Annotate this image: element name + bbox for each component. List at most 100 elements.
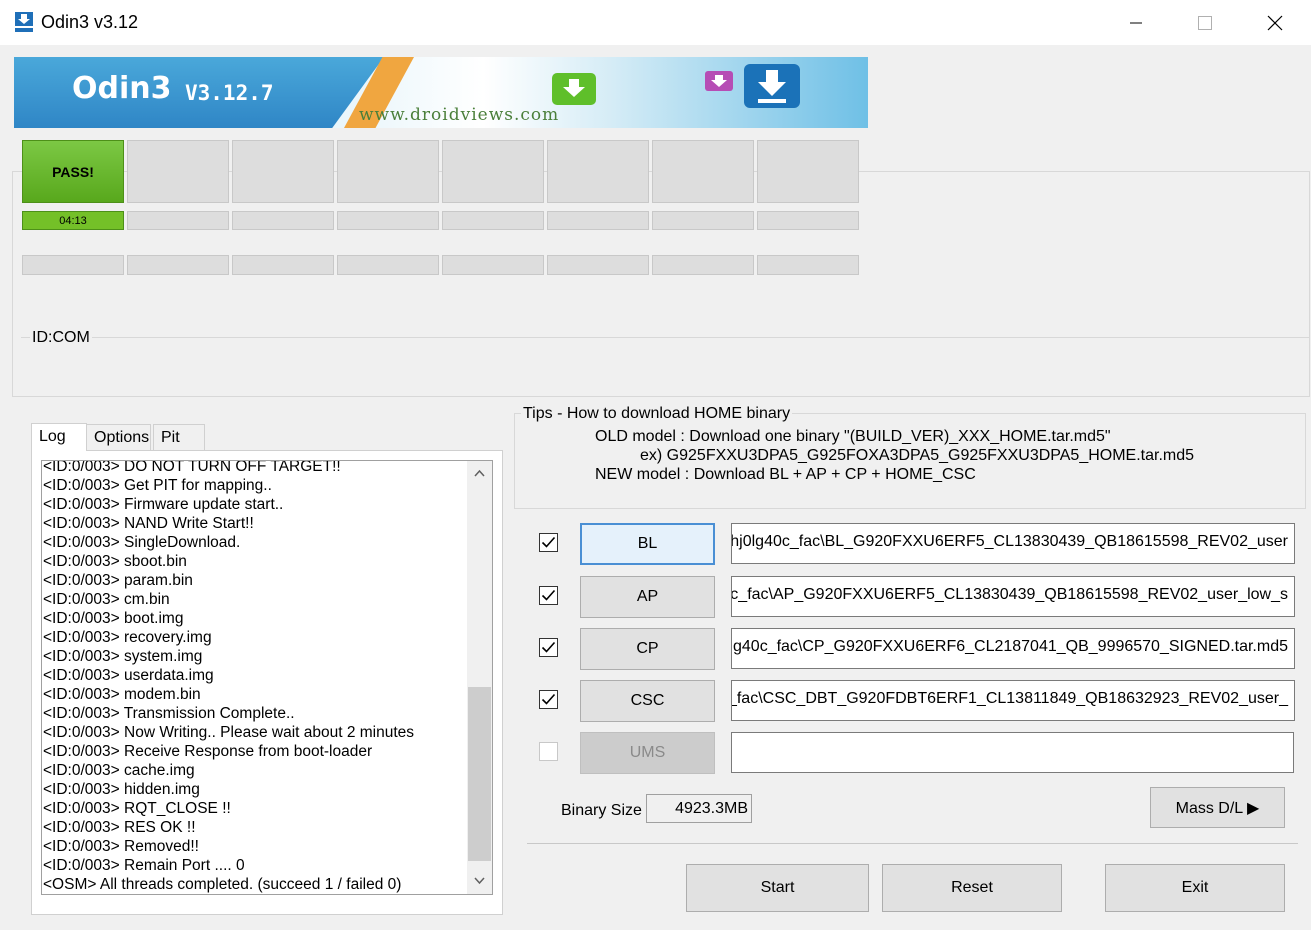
idcom-divider — [21, 337, 1309, 338]
checkbox-ums[interactable] — [539, 742, 558, 761]
mass-dl-button[interactable]: Mass D/L ▶ — [1150, 787, 1285, 828]
tab-pit[interactable]: Pit — [153, 424, 205, 450]
port-time-3 — [337, 211, 439, 230]
tab-log[interactable]: Log — [31, 423, 87, 451]
chevron-down-icon[interactable] — [474, 877, 485, 885]
port-time-4 — [442, 211, 544, 230]
port-time-5 — [547, 211, 649, 230]
ap-button[interactable]: AP — [580, 576, 715, 618]
ap-path-text: ...g40c_fac\AP_G920FXXU6ERF5_CL13830439_… — [731, 586, 1288, 603]
log-line: <ID:0/003> sboot.bin — [43, 553, 187, 570]
check-icon — [541, 641, 556, 653]
port-time-2 — [232, 211, 334, 230]
port-status-2 — [232, 140, 334, 203]
download-icon-purple — [704, 69, 736, 102]
port-message-6 — [652, 255, 754, 275]
reset-button[interactable]: Reset — [882, 864, 1062, 912]
checkbox-csc[interactable] — [539, 690, 558, 709]
log-line: <ID:0/003> cache.img — [43, 762, 195, 779]
close-icon — [1267, 15, 1283, 30]
ap-path-field[interactable]: ...g40c_fac\AP_G920FXXU6ERF5_CL13830439_… — [731, 576, 1295, 617]
log-line: <ID:0/003> Firmware update start.. — [43, 496, 284, 513]
ums-path-field[interactable] — [731, 732, 1294, 773]
log-line: <ID:0/003> boot.img — [43, 610, 184, 627]
log-line: <ID:0/003> userdata.img — [43, 667, 214, 684]
log-textarea[interactable]: <ID:0/003> DO NOT TURN OFF TARGET!! <ID:0… — [41, 460, 493, 895]
port-status-5 — [547, 140, 649, 203]
ums-button[interactable]: UMS — [580, 732, 715, 774]
start-button[interactable]: Start — [686, 864, 869, 912]
window-title: Odin3 v3.12 — [41, 12, 139, 32]
minimize-button[interactable] — [1101, 0, 1171, 45]
tips-title: Tips - How to download HOME binary — [521, 405, 793, 423]
tips-example: ex) G925FXXU3DPA5_G925FOXA3DPA5_G925FXXU… — [640, 447, 1195, 464]
download-icon-green — [550, 71, 600, 114]
log-line: <ID:0/003> Transmission Complete.. — [43, 705, 295, 722]
log-scroll-thumb[interactable] — [468, 687, 491, 861]
checkbox-cp[interactable] — [539, 638, 558, 657]
minimize-icon — [1130, 22, 1142, 23]
check-icon — [541, 693, 556, 705]
port-status-0: PASS! — [22, 140, 124, 203]
port-message-0 — [22, 255, 124, 275]
log-line: <OSM> All threads completed. (succeed 1 … — [43, 876, 402, 893]
port-time-6 — [652, 211, 754, 230]
close-button[interactable] — [1240, 0, 1310, 45]
csc-path-field[interactable]: ...40c_fac\CSC_DBT_G920FDBT6ERF1_CL13811… — [731, 680, 1295, 721]
odin-banner: Odin3 V3.12.7 www.droidviews.com — [14, 57, 868, 128]
binary-size-label: Binary Size — [561, 802, 642, 819]
log-line: <ID:0/003> modem.bin — [43, 686, 201, 703]
checkbox-ap[interactable] — [539, 586, 558, 605]
check-icon — [541, 589, 556, 601]
bl-path-field[interactable]: ...19hj0lg40c_fac\BL_G920FXXU6ERF5_CL138… — [731, 523, 1295, 564]
tab-options[interactable]: Options — [86, 424, 151, 450]
csc-button[interactable]: CSC — [580, 680, 715, 722]
port-time-7 — [757, 211, 859, 230]
port-message-3 — [337, 255, 439, 275]
exit-button[interactable]: Exit — [1105, 864, 1285, 912]
log-line: <ID:0/003> RES OK !! — [43, 819, 196, 836]
binary-size-value: 4923.3MB — [646, 794, 752, 823]
port-status-1 — [127, 140, 229, 203]
check-icon — [541, 536, 556, 548]
log-line: <ID:0/003> DO NOT TURN OFF TARGET!! — [43, 460, 341, 475]
maximize-icon — [1198, 15, 1212, 30]
port-message-5 — [547, 255, 649, 275]
cp-path-field[interactable]: ...0lg40c_fac\CP_G920FXXU6ERF6_CL2187041… — [731, 628, 1295, 669]
tips-new-model: NEW model : Download BL + AP + CP + HOME… — [595, 466, 976, 483]
port-status-3 — [337, 140, 439, 203]
port-message-7 — [757, 255, 859, 275]
log-line: <ID:0/003> hidden.img — [43, 781, 200, 798]
log-line: <ID:0/003> Now Writing.. Please wait abo… — [43, 724, 415, 741]
chevron-up-icon[interactable] — [474, 469, 485, 477]
log-line: <ID:0/003> param.bin — [43, 572, 193, 589]
separator — [527, 843, 1298, 844]
csc-path-text: ...40c_fac\CSC_DBT_G920FDBT6ERF1_CL13811… — [731, 690, 1288, 707]
log-line: <ID:0/003> system.img — [43, 648, 203, 665]
log-lines: <ID:0/003> DO NOT TURN OFF TARGET!! <ID:0… — [43, 460, 467, 894]
log-line: <ID:0/003> cm.bin — [43, 591, 170, 608]
download-icon-blue — [742, 62, 804, 119]
port-status-7 — [757, 140, 859, 203]
maximize-button[interactable] — [1170, 0, 1240, 45]
log-line: <ID:0/003> Removed!! — [43, 838, 199, 855]
banner-logo: Odin3 — [72, 71, 172, 106]
port-status-4 — [442, 140, 544, 203]
log-line: <ID:0/003> RQT_CLOSE !! — [43, 800, 231, 817]
cp-path-text: ...0lg40c_fac\CP_G920FXXU6ERF6_CL2187041… — [731, 638, 1288, 655]
port-time-0: 04:13 — [22, 211, 124, 230]
odin-app-icon — [14, 11, 34, 33]
port-message-4 — [442, 255, 544, 275]
bl-button[interactable]: BL — [580, 523, 715, 565]
cp-button[interactable]: CP — [580, 628, 715, 670]
log-line: <ID:0/003> recovery.img — [43, 629, 212, 646]
port-status-6 — [652, 140, 754, 203]
id-com-label: ID:COM — [30, 329, 92, 347]
bl-path-text: ...19hj0lg40c_fac\BL_G920FXXU6ERF5_CL138… — [731, 533, 1288, 550]
ports-frame — [12, 171, 1310, 397]
port-message-1 — [127, 255, 229, 275]
tips-old-model: OLD model : Download one binary "(BUILD_… — [595, 428, 1111, 445]
banner-version: V3.12.7 — [185, 81, 274, 105]
checkbox-bl[interactable] — [539, 533, 558, 552]
log-line: <ID:0/003> Get PIT for mapping.. — [43, 477, 272, 494]
